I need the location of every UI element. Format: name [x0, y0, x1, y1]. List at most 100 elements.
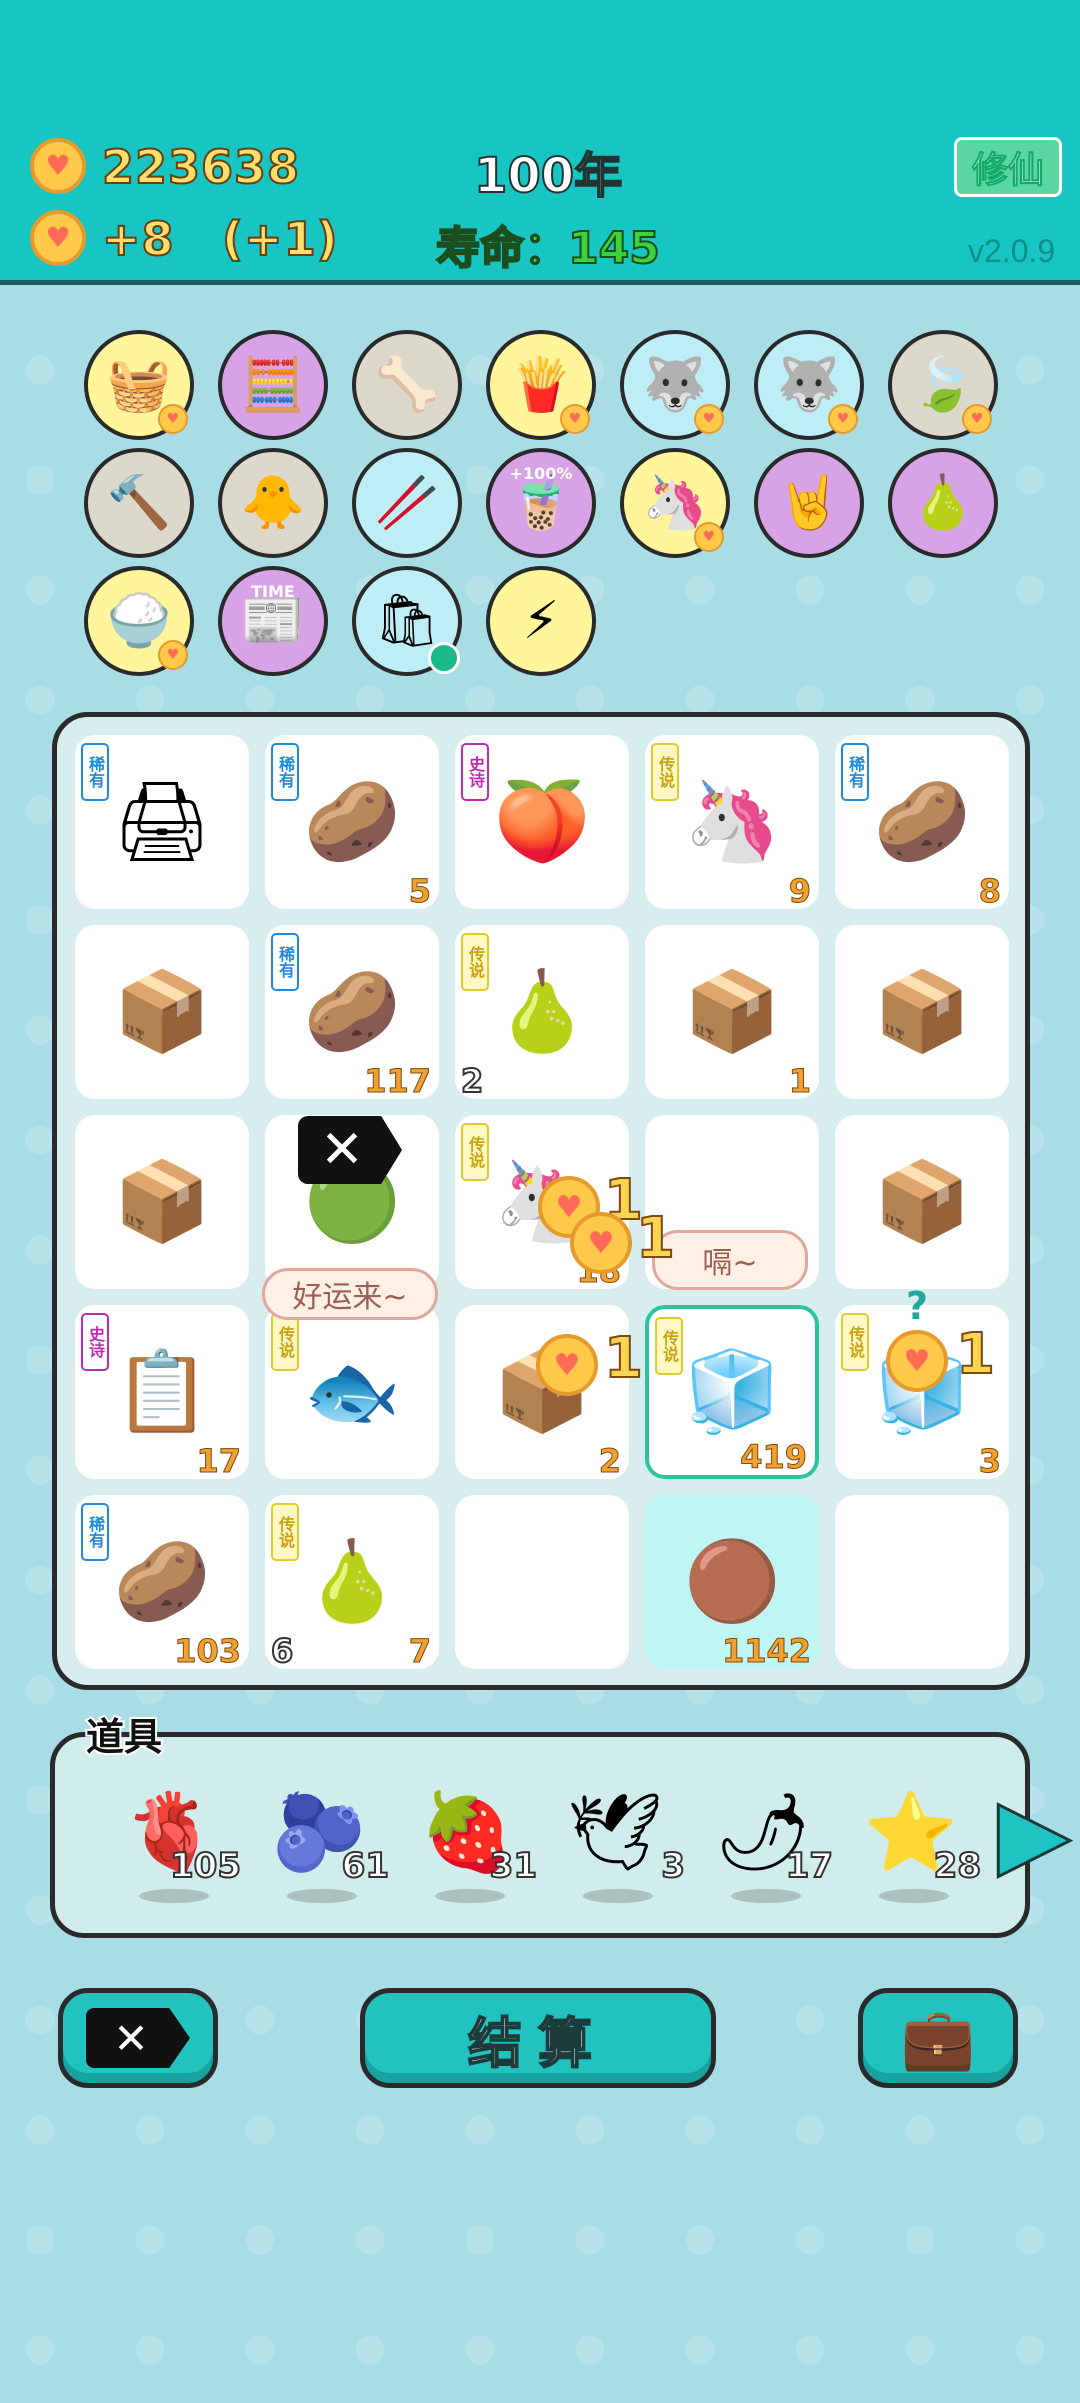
- grid-cell[interactable]: 📦: [75, 925, 249, 1099]
- grid-cell[interactable]: 🥔 稀有 117: [265, 925, 439, 1099]
- tool-item[interactable]: 🫐 61: [259, 1757, 390, 1907]
- grid-cell[interactable]: 🖨 稀有: [75, 735, 249, 909]
- year-label: 100年: [473, 147, 623, 205]
- grid-cell[interactable]: 🦄 传说 9: [645, 735, 819, 909]
- item-count: 17: [196, 1442, 242, 1480]
- coin-income-icon: ♥: [30, 210, 86, 266]
- math-kid-icon[interactable]: 🧮: [218, 330, 328, 440]
- pigeon-icon: 🕊: [566, 1787, 664, 1876]
- rarity-tag: 稀有: [271, 743, 299, 801]
- heart-icon: ♥: [962, 404, 992, 434]
- tool-item[interactable]: 🕊 3: [555, 1757, 686, 1907]
- tool-item[interactable]: 🍓 31: [407, 1757, 538, 1907]
- grid-cell[interactable]: 🟤 1142: [645, 1495, 819, 1669]
- grid-cell[interactable]: 🐟 传说: [265, 1305, 439, 1479]
- printer-icon: 🖨: [112, 777, 212, 867]
- leaf-icon[interactable]: 🍃 ♥: [888, 330, 998, 440]
- coin-bonus: (+1): [221, 211, 339, 267]
- husky-icon[interactable]: 🐺 ♥: [620, 330, 730, 440]
- pomelo-icon[interactable]: 🍐: [888, 448, 998, 558]
- rarity-tag: 传说: [271, 1503, 299, 1561]
- coin-popup-icon: ♥: [570, 1212, 632, 1274]
- item-count: 2: [598, 1442, 621, 1480]
- item-level: 2: [460, 1062, 484, 1100]
- rock-hand-icon[interactable]: 🤘: [754, 448, 864, 558]
- kiwi-fruit-icon: 🥔: [113, 1537, 211, 1627]
- trash-bag-icon-glyph: 🛍: [373, 591, 440, 651]
- peach-icon: 🍑: [493, 777, 591, 867]
- dog-bowl-icon-glyph: 🦴: [374, 355, 440, 415]
- grid-cell[interactable]: 📦 1: [645, 925, 819, 1099]
- rarity-tag: 稀有: [81, 743, 109, 801]
- empty-cell[interactable]: [455, 1495, 629, 1669]
- unicorn-icon[interactable]: 🦄 ♥: [620, 448, 730, 558]
- husky-icon-glyph: 🐺: [776, 355, 842, 415]
- cultivate-button[interactable]: 修仙: [954, 137, 1062, 197]
- dog-bowl-icon[interactable]: 🦴: [352, 330, 462, 440]
- tool-shadow: [435, 1889, 505, 1903]
- rock-hand-icon-glyph: 🤘: [776, 473, 842, 533]
- question-mark: ?: [906, 1284, 929, 1328]
- grid-cell[interactable]: 🥔 稀有 103: [75, 1495, 249, 1669]
- basket-icon[interactable]: 🧺 ♥: [84, 330, 194, 440]
- badge-label: +100%: [509, 464, 573, 483]
- tool-item[interactable]: 🌶 17: [703, 1757, 834, 1907]
- item-count: 5: [408, 872, 431, 910]
- grid-cell[interactable]: 🥔 稀有 8: [835, 735, 1009, 909]
- next-arrow-icon[interactable]: ▶: [997, 1782, 1072, 1885]
- grid-cell[interactable]: 📦: [75, 1115, 249, 1289]
- grid-cell[interactable]: 🍐 传说 7 6: [265, 1495, 439, 1669]
- grid-cell[interactable]: 🥔 稀有 5: [265, 735, 439, 909]
- status-bar: ♥ 223638 ♥ +8 (+1) 100年 寿命：145 修仙 v2.0.9: [0, 0, 1080, 285]
- remove-icon[interactable]: ✕: [298, 1116, 402, 1184]
- item-count: 7: [408, 1632, 431, 1670]
- grid-cell[interactable]: 🍐 传说 2: [455, 925, 629, 1099]
- hammer-icon-glyph: 🔨: [106, 473, 172, 533]
- bag-button[interactable]: 💼: [858, 1988, 1018, 2088]
- tool-count: 28: [933, 1846, 982, 1886]
- fries-icon[interactable]: 🍟 ♥: [486, 330, 596, 440]
- tool-count: 31: [489, 1846, 538, 1886]
- bubble-tea-icon-glyph: 🧋: [508, 473, 574, 533]
- new-indicator-icon: [428, 642, 460, 674]
- grid-cell[interactable]: 📦: [835, 925, 1009, 1099]
- luck-bubble: 好运来~: [262, 1268, 438, 1320]
- koi-fish-icon: 🐟: [303, 1347, 401, 1437]
- bubble-tea-icon[interactable]: 🧋 +100%: [486, 448, 596, 558]
- lifespan-label: 寿命：145: [435, 222, 661, 275]
- grid-cell[interactable]: 📦 2: [455, 1305, 629, 1479]
- rarity-tag: 稀有: [841, 743, 869, 801]
- rarity-tag: 传说: [651, 743, 679, 801]
- rice-bowl-icon[interactable]: 🍚 ♥: [84, 566, 194, 676]
- item-count: 1142: [721, 1632, 811, 1670]
- heart-icon: ♥: [158, 640, 188, 670]
- chick-icon[interactable]: 🐥: [218, 448, 328, 558]
- delete-button[interactable]: ✕: [58, 1988, 218, 2088]
- time-magazine-icon[interactable]: 📰 TIME: [218, 566, 328, 676]
- grid-cell[interactable]: 🧊 传说 419: [645, 1305, 819, 1479]
- coin-popup-value: 1: [635, 1205, 676, 1272]
- leaf-icon-glyph: 🍃: [910, 355, 976, 415]
- kiwi-fruit-icon: 🥔: [303, 777, 401, 867]
- tool-count: 105: [169, 1846, 242, 1886]
- lightning-icon[interactable]: ⚡: [486, 566, 596, 676]
- chopsticks-icon[interactable]: 🥢: [352, 448, 462, 558]
- tool-shadow: [583, 1889, 653, 1903]
- coin-popup-icon: ♥: [536, 1334, 598, 1396]
- grid-cell[interactable]: 🍑 史诗: [455, 735, 629, 909]
- coin-icon: ♥: [30, 138, 86, 194]
- tool-item[interactable]: ⭐ 28: [851, 1757, 982, 1907]
- empty-cell[interactable]: [835, 1495, 1009, 1669]
- hammer-icon[interactable]: 🔨: [84, 448, 194, 558]
- settle-button[interactable]: 结算: [360, 1988, 716, 2088]
- grid-cell[interactable]: 📦: [835, 1115, 1009, 1289]
- tools-title: 道具: [84, 1713, 164, 1761]
- longan-icon: 🟤: [683, 1537, 781, 1627]
- box-icon: 📦: [683, 967, 781, 1057]
- tool-shadow: [879, 1889, 949, 1903]
- grid-cell[interactable]: 📋 史诗 17: [75, 1305, 249, 1479]
- rarity-tag: 传说: [461, 933, 489, 991]
- tool-item[interactable]: 🫀 105: [111, 1757, 242, 1907]
- delete-icon: ✕: [86, 2008, 190, 2068]
- husky-icon[interactable]: 🐺 ♥: [754, 330, 864, 440]
